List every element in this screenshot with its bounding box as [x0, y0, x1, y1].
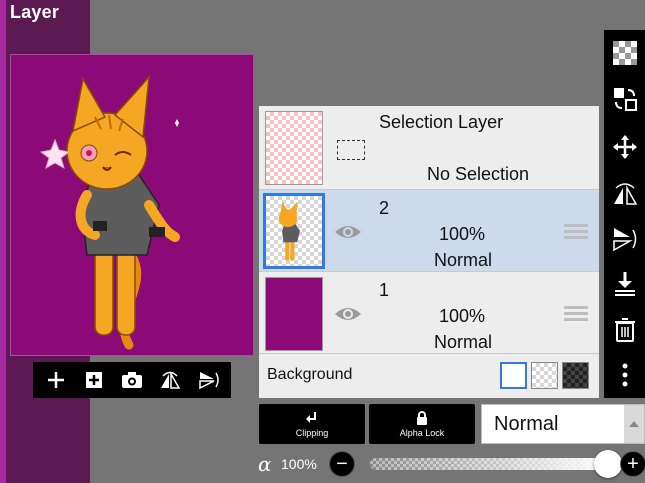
- drag-handle-icon[interactable]: [564, 306, 588, 322]
- panel-accent-bar: [0, 0, 6, 483]
- flip-vertical-icon: [613, 228, 637, 252]
- layer-list: Selection Layer No Selection 2 100% Norm…: [259, 106, 599, 398]
- opacity-decrease-button[interactable]: −: [329, 451, 355, 477]
- add-layer-icon: [48, 372, 64, 388]
- blend-mode-value: Normal: [494, 413, 559, 435]
- layer-blend-mode: Normal: [434, 332, 493, 352]
- trash-icon: [615, 318, 635, 342]
- camera-button[interactable]: [117, 365, 147, 395]
- preview-toolbar: [33, 362, 231, 398]
- background-label: Background: [267, 366, 353, 383]
- layer-thumbnail-art: [278, 201, 300, 261]
- transparency-button[interactable]: [610, 38, 640, 68]
- add-image-layer-icon: [86, 372, 102, 388]
- move-layer-icon: [614, 88, 637, 111]
- layer-number: 2: [379, 198, 390, 218]
- opacity-increase-button[interactable]: +: [620, 451, 645, 477]
- transparency-icon: [613, 41, 637, 65]
- camera-icon: [122, 372, 142, 388]
- merge-down-icon: [615, 272, 635, 296]
- add-layer-button[interactable]: [41, 365, 71, 395]
- visibility-toggle[interactable]: [333, 222, 363, 247]
- blend-mode-select[interactable]: Normal: [481, 404, 645, 444]
- clipping-label: Clipping: [295, 428, 329, 438]
- alpha-lock-button[interactable]: Alpha Lock: [369, 404, 475, 444]
- more-options-button[interactable]: [610, 360, 640, 390]
- selection-marquee-icon: [337, 140, 365, 160]
- selection-layer-title: Selection Layer: [379, 112, 504, 132]
- flip-horizontal-button[interactable]: [610, 178, 640, 208]
- layer-thumbnail: [263, 193, 325, 269]
- canvas-preview[interactable]: [10, 54, 254, 356]
- character-artwork: [39, 74, 180, 350]
- eye-icon: [335, 226, 361, 238]
- lock-icon: [417, 411, 427, 425]
- merge-down-button[interactable]: [610, 268, 640, 298]
- flip-horizontal-icon: [161, 371, 181, 389]
- dropdown-arrow-icon: [624, 405, 644, 443]
- move-button[interactable]: [610, 132, 640, 162]
- background-transparent-swatch[interactable]: [531, 362, 558, 389]
- flip-vertical-button[interactable]: [610, 224, 640, 254]
- flip-horizontal-icon: [614, 183, 638, 205]
- right-toolbar: [604, 30, 645, 398]
- eye-icon: [335, 308, 361, 320]
- alpha-lock-label: Alpha Lock: [399, 428, 445, 438]
- selection-status: No Selection: [427, 164, 530, 184]
- visibility-toggle[interactable]: [333, 304, 363, 329]
- opacity-slider[interactable]: [370, 458, 610, 470]
- layer-blend-mode: Normal: [434, 250, 493, 270]
- opacity-slider-knob[interactable]: [594, 450, 622, 478]
- flip-vertical-icon: [199, 372, 219, 390]
- layer-thumbnail: [265, 277, 323, 351]
- move-layer-button[interactable]: [610, 84, 640, 114]
- opacity-value: 100%: [281, 456, 317, 472]
- more-icon: [622, 363, 628, 387]
- move-icon: [613, 135, 637, 159]
- layer-row-2[interactable]: 2 100% Normal: [259, 190, 599, 272]
- layer-opacity: 100%: [439, 224, 486, 244]
- background-row: Background: [259, 354, 599, 398]
- flip-vertical-button[interactable]: [193, 365, 223, 395]
- background-dark-swatch[interactable]: [562, 362, 589, 389]
- clipping-icon: [306, 412, 316, 423]
- clipping-button[interactable]: Clipping: [259, 404, 365, 444]
- panel-title: Layer: [10, 2, 60, 22]
- background-white-swatch[interactable]: [500, 362, 527, 389]
- layer-number: 1: [379, 280, 390, 300]
- drag-handle-icon[interactable]: [564, 224, 588, 240]
- flip-horizontal-button[interactable]: [155, 365, 185, 395]
- layer-row-1[interactable]: 1 100% Normal: [259, 272, 599, 354]
- alpha-symbol: α: [258, 452, 272, 476]
- selection-layer-row[interactable]: Selection Layer No Selection: [259, 106, 599, 190]
- layer-opacity: 100%: [439, 306, 486, 326]
- delete-layer-button[interactable]: [610, 314, 640, 344]
- add-image-layer-button[interactable]: [79, 365, 109, 395]
- selection-layer-thumbnail: [265, 111, 323, 185]
